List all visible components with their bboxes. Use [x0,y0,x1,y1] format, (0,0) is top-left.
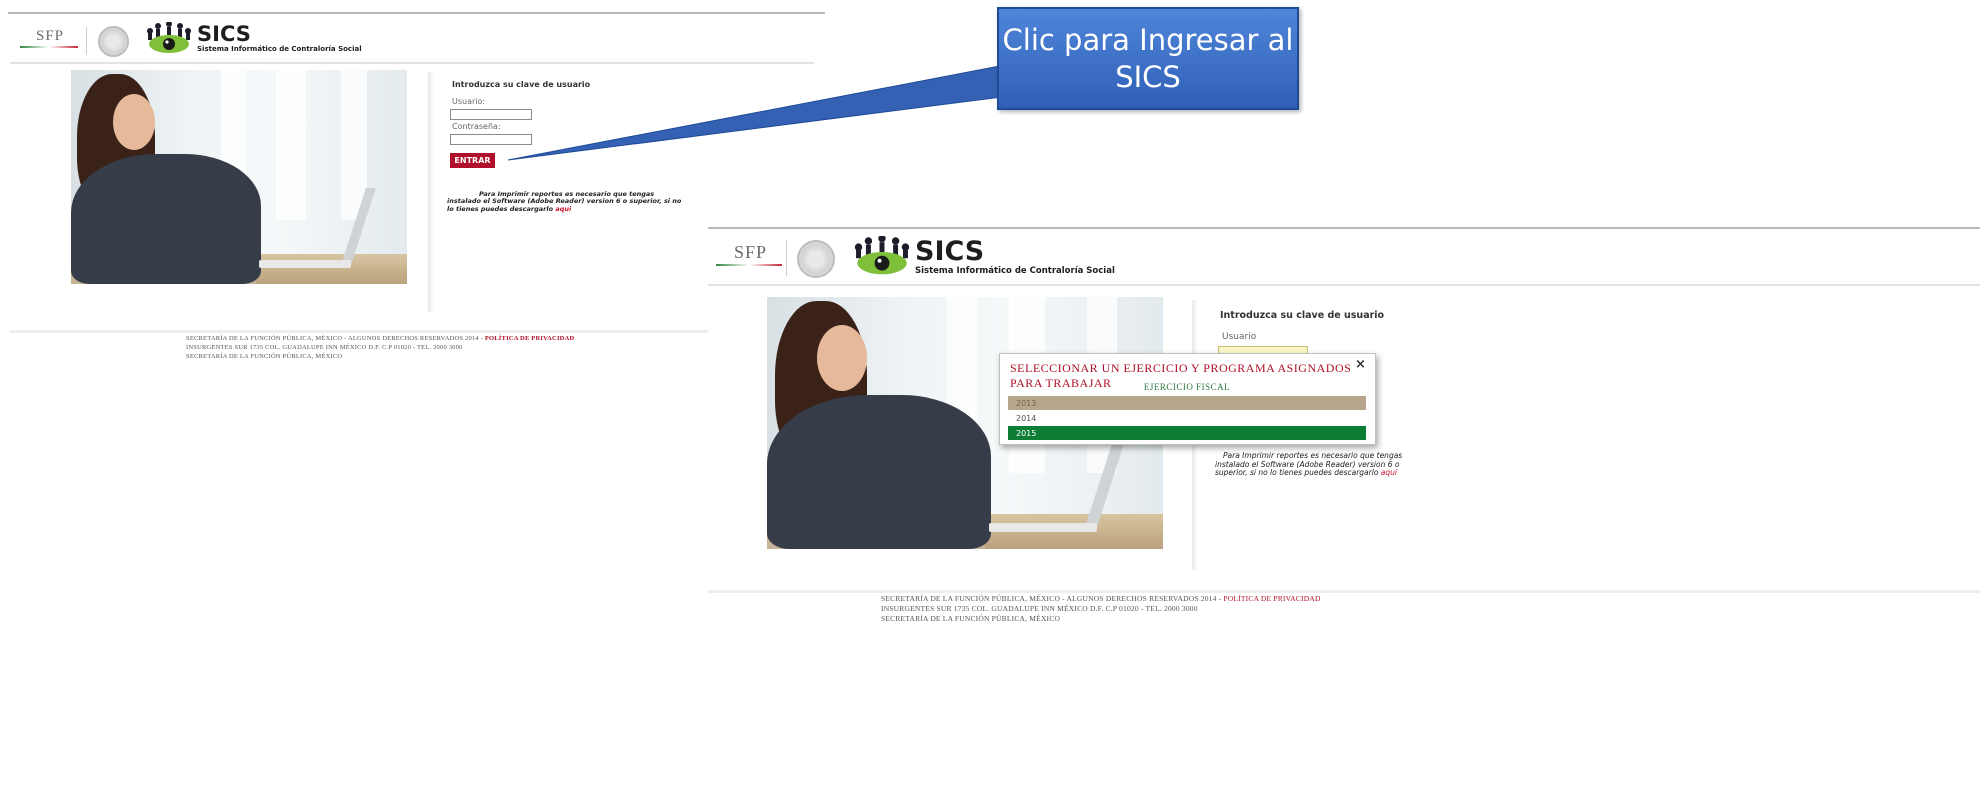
download-link[interactable]: aqui [1381,468,1397,477]
note-text: Para Imprimir reportes es necesario que … [1215,451,1403,478]
header-bottom-line [708,284,1980,286]
header-divider [786,240,787,276]
footer-line-2: INSURGENTES SUR 1735 COL. GUADALUPE INN … [881,604,1198,614]
footer-line-3: SECRETARÍA DE LA FUNCIÓN PÚBLICA, MÉXICO [881,614,1061,624]
sfp-logo-text: SFP [734,242,768,262]
usuario-label: Usuario [1222,332,1257,342]
year-row-2013[interactable]: 2013 [1008,396,1366,410]
sics-title: SICS [915,236,985,267]
close-icon[interactable]: × [1355,357,1366,372]
privacy-policy-link[interactable]: POLÍTICA DE PRIVACIDAD [1223,594,1320,603]
top-border [708,227,1980,229]
year-row-2015[interactable]: 2015 [1008,426,1366,440]
sfp-logo: SFP [716,242,784,276]
sics-eye-logo-icon [854,236,910,275]
login-title: Introduzca su clave de usuario [1220,310,1385,321]
national-seal-icon [797,240,835,278]
callout-box: Clic para Ingresar al SICS [997,7,1299,110]
screenshot-select-year: SFP SICS Sistema Informático de Contralo… [708,224,1980,789]
footer-line-1: SECRETARÍA DE LA FUNCIÓN PÚBLICA, MÉXICO… [881,594,1224,603]
year-row-2014[interactable]: 2014 [1008,411,1366,425]
footer: SECRETARÍA DE LA FUNCIÓN PÚBLICA, MÉXICO… [881,594,1321,624]
ejercicio-fiscal-header: EJERCICIO FISCAL [1143,382,1231,392]
sics-subtitle: Sistema Informático de Contraloría Socia… [915,266,1115,276]
footer-top-line [708,590,1980,593]
select-year-dialog: SELECCIONAR UN EJERCICIO Y PROGRAMA ASIG… [999,353,1376,445]
adobe-reader-note: Para Imprimir reportes es necesario que … [1215,451,1415,478]
